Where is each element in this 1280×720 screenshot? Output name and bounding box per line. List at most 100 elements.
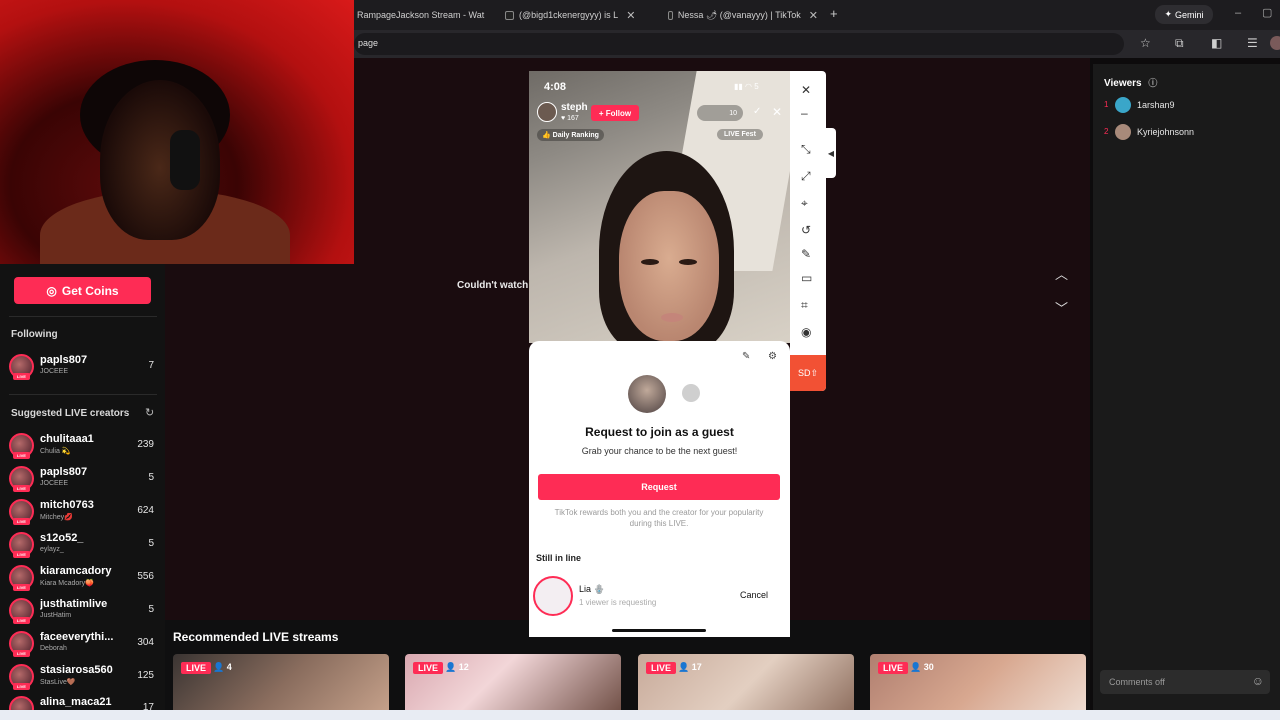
suggested-creator-item[interactable]: LIVE s12o52_ eylayz_ 5: [9, 530, 157, 560]
tab-title: Nessa 🌶 (@vanayyy) | TikTok: [677, 9, 801, 20]
creator-avatar: LIVE: [9, 664, 34, 690]
resize-icon[interactable]: ⤡: [801, 142, 811, 157]
tiktok-icon: [505, 10, 514, 20]
queue-subtext: 1 viewer is requesting: [579, 598, 657, 607]
suggested-creator-item[interactable]: LIVE papls807 JOCEEE 5: [9, 464, 157, 494]
settings-icon[interactable]: ⚙: [768, 351, 777, 362]
divider: [9, 394, 157, 395]
creator-nickname: Kiara Mcadory🍑: [40, 580, 94, 587]
creator-avatar: [9, 696, 34, 710]
suggested-creator-item[interactable]: LIVE faceeverythi... Deborah 304: [9, 629, 157, 659]
live-fest-badge[interactable]: LIVE Fest: [717, 129, 763, 140]
quality-button[interactable]: SD ⇧: [790, 355, 826, 391]
creator-nickname: Chulia 💫: [40, 448, 71, 455]
live-tag: LIVE: [13, 584, 30, 591]
suggested-creator-item[interactable]: LIVE chulitaaa1 Chulia 💫 239: [9, 431, 157, 461]
viewer-count-pill[interactable]: 10: [697, 105, 743, 121]
viewer-rank: 1: [1104, 100, 1109, 109]
pin-icon[interactable]: ⌖: [801, 196, 808, 211]
pen-icon[interactable]: ✎: [801, 247, 811, 261]
fullscreen-icon[interactable]: ⤢: [801, 169, 811, 184]
host-likes: ♥ 167: [561, 115, 579, 122]
reading-list-icon[interactable]: ☰: [1247, 36, 1258, 50]
profile-avatar[interactable]: [1270, 36, 1280, 50]
creator-nickname: JustHatim: [40, 612, 72, 619]
emoji-icon[interactable]: ☺: [1252, 674, 1264, 688]
host-name[interactable]: steph: [561, 102, 588, 113]
sidebar-icon[interactable]: ◧: [1211, 36, 1222, 50]
screenshot-icon[interactable]: ▭: [801, 271, 812, 285]
viewer-name: Kyriejohnsonn: [1137, 127, 1195, 137]
tab-title: RampageJackson Stream - Wat: [357, 10, 485, 20]
creator-name: mitch0763: [40, 499, 94, 511]
maximize-icon[interactable]: ▢: [1262, 6, 1272, 19]
viewer-row[interactable]: 1 1arshan9: [1104, 97, 1274, 117]
url-text: page: [358, 38, 379, 48]
creator-name: s12o52_: [40, 532, 84, 544]
creator-viewers: 5: [148, 538, 154, 549]
tab-rampage[interactable]: RampageJackson Stream - Wat ✕: [357, 0, 492, 30]
tab-bigd1ck[interactable]: (@bigd1ckenergyyy) is L ✕: [505, 0, 655, 30]
collapse-handle[interactable]: ◀: [826, 128, 836, 178]
creator-name: faceeverythi...: [40, 631, 114, 643]
daily-ranking-badge[interactable]: 👍 Daily Ranking: [537, 129, 604, 141]
creator-nickname: eylayz_: [40, 546, 64, 553]
creator-nickname: JOCEEE: [40, 368, 69, 375]
arrow-up-icon: ⇧: [810, 367, 819, 378]
suggested-creator-item[interactable]: LIVE justhatimlive JustHatim 5: [9, 596, 157, 626]
viewer-avatar: [1115, 97, 1131, 113]
creator-nickname: Deborah: [40, 645, 67, 652]
tab-nessa[interactable]: Nessa 🌶 (@vanayyy) | TikTok ✕: [668, 0, 818, 30]
gemini-button[interactable]: ✦ Gemini: [1155, 5, 1213, 24]
crop-icon[interactable]: ⌗: [801, 298, 808, 313]
live-badge: LIVE: [878, 662, 909, 674]
get-coins-button[interactable]: ◎ Get Coins: [14, 277, 151, 304]
new-tab-button[interactable]: +: [830, 6, 838, 21]
minimize-icon[interactable]: –: [1235, 7, 1241, 19]
extensions-icon[interactable]: ⧉: [1175, 36, 1184, 51]
info-icon[interactable]: ⓘ: [1148, 78, 1157, 88]
request-button[interactable]: Request: [538, 474, 780, 500]
follow-button[interactable]: + Follow: [591, 105, 639, 121]
suggested-creator-item[interactable]: alina_maca21 17: [9, 694, 157, 710]
close-icon[interactable]: ✕: [801, 83, 811, 97]
cancel-button[interactable]: Cancel: [740, 590, 768, 600]
url-input[interactable]: page: [354, 33, 1124, 55]
close-icon[interactable]: ✕: [772, 105, 782, 119]
refresh-icon[interactable]: ↻: [145, 406, 154, 419]
creator-viewers: 239: [137, 439, 154, 450]
comments-input[interactable]: Comments off ☺: [1100, 670, 1270, 694]
close-icon[interactable]: ✕: [809, 9, 818, 22]
check-icon[interactable]: ✓: [753, 106, 761, 117]
following-heading: Following: [11, 329, 58, 340]
phone-mirror: 4:08 ▮▮ ◠ 5 steph ♥ 167 + Follow 10 ✓ ✕ …: [529, 71, 790, 343]
windows-taskbar: [0, 710, 1280, 720]
still-in-line-heading: Still in line: [536, 553, 582, 563]
webcam-headset: [170, 130, 200, 190]
suggested-creator-item[interactable]: LIVE stasiarosa560 StasLive🤎 125: [9, 662, 157, 692]
chevron-up-icon[interactable]: ︿: [1055, 264, 1068, 283]
suggested-creator-item[interactable]: LIVE mitch0763 Mitchey💋 624: [9, 497, 157, 527]
host-avatar[interactable]: [537, 102, 557, 122]
creator-viewers: 5: [148, 472, 154, 483]
viewer-row[interactable]: 2 Kyriejohnsonn: [1104, 124, 1274, 144]
suggested-creator-item[interactable]: LIVE kiaramcadory Kiara Mcadory🍑 556: [9, 563, 157, 593]
live-tag: LIVE: [13, 650, 30, 657]
rotate-icon[interactable]: ↺: [801, 223, 811, 237]
sparkle-icon: ✦: [1164, 9, 1173, 19]
bookmark-star-icon[interactable]: ☆: [1140, 36, 1151, 50]
creator-nickname: Mitchey💋: [40, 514, 73, 521]
chevron-down-icon[interactable]: ﹀: [1055, 298, 1068, 317]
close-icon[interactable]: ✕: [626, 9, 635, 22]
minimize-icon[interactable]: –: [801, 106, 808, 120]
record-icon[interactable]: ◉: [801, 325, 811, 339]
creator-viewers: 5: [148, 604, 154, 615]
creator-viewers: 7: [148, 360, 154, 371]
live-tag: LIVE: [13, 617, 30, 624]
following-item[interactable]: LIVE papls807 JOCEEE 7: [9, 352, 157, 382]
live-badge: LIVE: [181, 662, 212, 674]
phone-status-bar: ▮▮ ◠ 5: [734, 82, 759, 91]
viewers-title: Viewers: [1104, 78, 1142, 89]
creator-name: stasiarosa560: [40, 664, 113, 676]
magic-wand-icon[interactable]: ✎: [742, 351, 750, 362]
